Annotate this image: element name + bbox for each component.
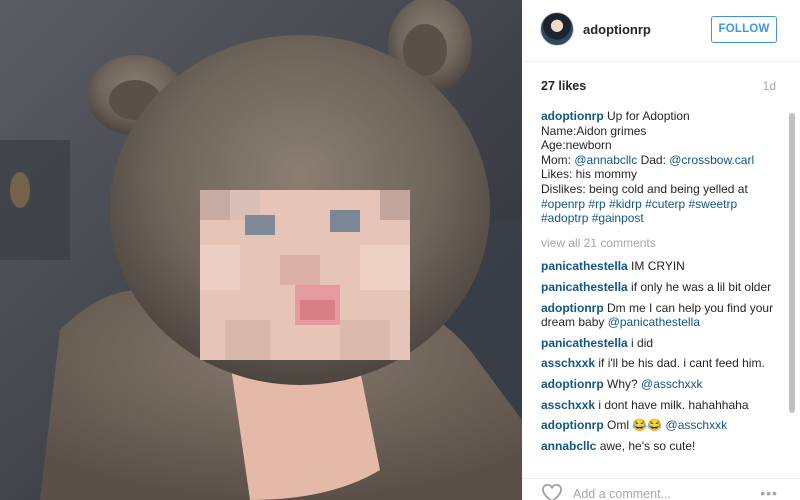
comment-username[interactable]: panicathestella [541,336,628,350]
hashtag-link[interactable]: #kidrp [609,197,642,211]
comment-username[interactable]: adoptionrp [541,301,604,315]
post-age: 1d [762,79,776,93]
comment-text: if only he was a lil bit older [631,279,772,294]
caption-mom-label: Mom: [541,152,575,167]
mention-link[interactable]: @asschxxk [666,418,728,432]
comment-text: awe, he's so cute! [599,438,696,453]
baby-photo-illustration [0,0,522,500]
caption-line: Age:newborn [541,138,612,153]
comment: panicathestella IM CRYIN [541,259,786,274]
pixelated-face [200,190,410,360]
comment-text: IM CRYIN [631,259,685,274]
post-header: adoptionrp FOLLOW [522,0,800,62]
follow-button[interactable]: FOLLOW [711,16,777,43]
caption: adoptionrp Up for Adoption Name:Aidon gr… [541,109,786,226]
comment-username[interactable]: adoptionrp [541,418,604,432]
comment: adoptionrp Oml 😂😂 @asschxxk [541,418,786,433]
author-username[interactable]: adoptionrp [583,22,651,37]
post-details-panel: adoptionrp FOLLOW 27 likes 1d adoptionrp… [522,0,800,500]
hashtag-link[interactable]: #gainpost [592,211,644,225]
comment-username[interactable]: asschxxk [541,398,595,412]
likes-count[interactable]: 27 likes [541,79,586,93]
mention-link[interactable]: @asschxxk [641,377,703,391]
comment: asschxxk if i'll be his dad. i cant feed… [541,356,786,371]
comment: adoptionrp Why? @asschxxk [541,377,786,392]
mention-link[interactable]: @crossbow.carl [669,153,754,167]
scrollbar-thumb[interactable] [789,113,795,413]
comment: annabcllc awe, he's so cute! [541,439,786,454]
comment: panicathestella if only he was a lil bit… [541,280,786,295]
comment: asschxxk i dont have milk. hahahhaha [541,398,786,413]
avatar[interactable] [540,12,574,46]
comments-list: adoptionrp Up for Adoption Name:Aidon gr… [541,109,786,459]
post-stats: 27 likes 1d [522,62,800,106]
comment-text: i dont have milk. hahahhaha [598,397,749,412]
add-comment-input[interactable]: Add a comment... [573,487,671,500]
more-dots-icon[interactable]: ••• [760,485,778,500]
caption-dad-label: Dad: [637,152,670,167]
mention-link[interactable]: @annabcllc [574,153,637,167]
comment: panicathestella i did [541,336,786,351]
hashtag-link[interactable]: #sweetrp [688,197,737,211]
comment-username[interactable]: panicathestella [541,280,628,294]
hashtag-link[interactable]: #cuterp [645,197,685,211]
comment-username[interactable]: panicathestella [541,259,628,273]
caption-line: Dislikes: being cold and being yelled at [541,181,748,196]
comment-username[interactable]: asschxxk [541,356,595,370]
comment-text: Why? [607,376,642,391]
caption-username[interactable]: adoptionrp [541,109,604,123]
caption-line: Up for Adoption [607,109,690,123]
view-all-comments-link[interactable]: view all 21 comments [541,236,786,251]
post-photo[interactable] [0,0,522,500]
comments-scrollbar[interactable] [788,108,796,476]
hashtag-link[interactable]: #rp [588,197,605,211]
comment-text: i did [631,335,654,350]
caption-line: Likes: his mommy [541,167,638,182]
hashtag-link[interactable]: #adoptrp [541,211,588,225]
caption-line: Name:Aidon grimes [541,123,647,138]
heart-outline-icon[interactable] [541,483,563,500]
comment: adoptionrp Dm me I can help you find you… [541,301,786,330]
comment-username[interactable]: adoptionrp [541,377,604,391]
comment-text: if i'll be his dad. i cant feed him. [598,356,765,371]
comment-username[interactable]: annabcllc [541,439,596,453]
mention-link[interactable]: @panicathestella [608,315,700,329]
comment-bar: Add a comment... ••• [522,478,800,500]
hashtag-link[interactable]: #openrp [541,197,585,211]
comment-text: Oml 😂😂 [607,418,666,433]
